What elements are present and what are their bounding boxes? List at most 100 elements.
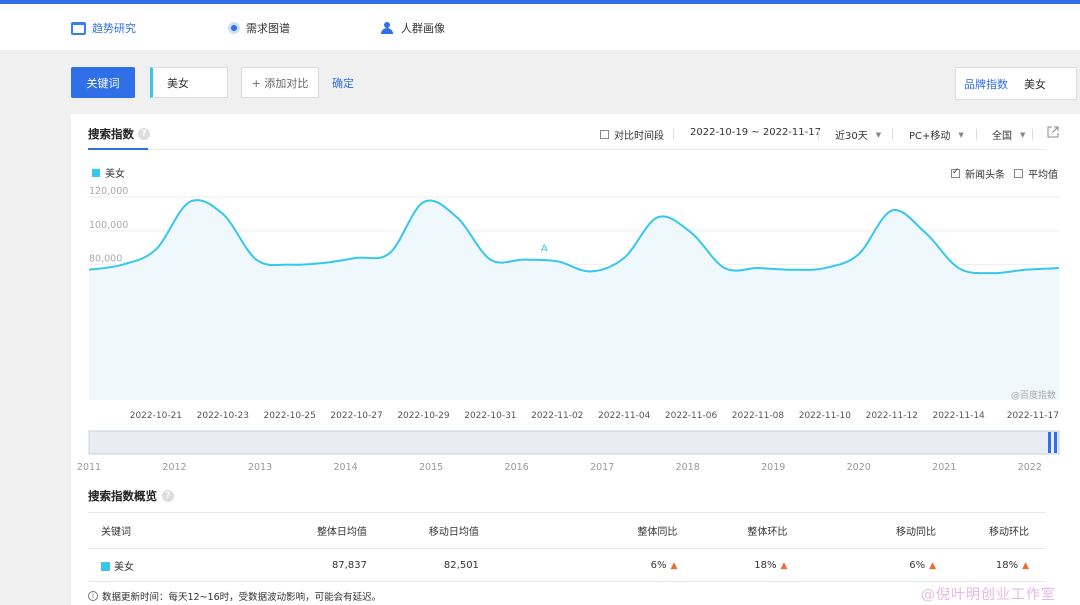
checkbox-icon[interactable] <box>600 130 609 139</box>
overview-table: 关键词 整体日均值 移动日均值 整体同比 整体环比 移动同比 移动环比 美女 8… <box>88 512 1046 582</box>
info-icon: i <box>88 591 98 601</box>
year-label: 2016 <box>505 462 529 473</box>
news-annotation: A <box>541 244 548 255</box>
news-label: 新闻头条 <box>965 170 1005 181</box>
x-tick-label: 2022-11-12 <box>866 411 918 421</box>
divider <box>892 129 893 140</box>
x-tick-label: 2022-11-08 <box>732 411 785 421</box>
panel-title: 搜索指数 ? <box>88 126 150 142</box>
x-tick-label: 2022-11-10 <box>799 411 852 421</box>
brand-index-box[interactable]: 品牌指数 美女 <box>955 67 1077 100</box>
overview-title: 搜索指数概览 ? <box>88 488 174 504</box>
overall-mom-value: 18% <box>754 559 777 571</box>
device-text: PC+移动 <box>909 131 951 142</box>
col-mobile-avg: 移动日均值 <box>366 512 479 549</box>
x-tick-label: 2022-11-14 <box>932 411 985 421</box>
row-overall-mom: 18% ▲ <box>677 548 788 582</box>
period-select[interactable]: 近30天 ▼ <box>835 127 882 143</box>
row-keyword-text: 美女 <box>114 561 134 573</box>
average-toggle[interactable]: 平均值 <box>1014 166 1058 181</box>
region-text: 全国 <box>992 131 1012 142</box>
region-select[interactable]: 全国 ▼ <box>992 127 1026 143</box>
nav-item-trend[interactable]: 趋势研究 <box>71 20 136 36</box>
x-tick-label: 2022-11-02 <box>531 411 583 421</box>
share-icon[interactable] <box>1047 126 1059 138</box>
divider <box>1032 129 1033 140</box>
caret-down-icon: ▼ <box>875 130 882 139</box>
radar-icon <box>228 22 240 34</box>
help-icon[interactable]: ? <box>162 490 174 502</box>
x-tick-label: 2022-10-31 <box>464 411 516 421</box>
legend-label: 美女 <box>105 169 125 180</box>
year-label: 2019 <box>761 462 785 473</box>
x-tick-label: 2022-11-06 <box>665 411 718 421</box>
search-index-chart[interactable]: 20,00040,00060,00080,000100,000120,000 A… <box>71 184 1080 480</box>
mobile-yoy-value: 6% <box>909 559 926 571</box>
y-tick-label: 80,000 <box>89 254 122 265</box>
row-overall-avg: 87,837 <box>210 548 367 582</box>
range-slider-track <box>89 431 1059 454</box>
year-label: 2022 <box>1018 462 1042 473</box>
col-overall-avg: 整体日均值 <box>210 512 367 549</box>
table-header-row: 关键词 整体日均值 移动日均值 整体同比 整体环比 移动同比 移动环比 <box>88 512 1046 549</box>
keyword-input[interactable]: 美女 <box>150 67 228 98</box>
x-tick-label: 2022-11-17 <box>1007 411 1059 421</box>
average-label: 平均值 <box>1028 170 1058 181</box>
help-icon[interactable]: ? <box>138 128 150 140</box>
year-label: 2013 <box>248 462 272 473</box>
divider <box>818 129 819 140</box>
year-label: 2018 <box>676 462 700 473</box>
year-label: 2021 <box>932 462 956 473</box>
divider <box>976 129 977 140</box>
row-keyword: 美女 <box>88 548 211 582</box>
date-range[interactable]: 2022-10-19 ~ 2022-11-17 <box>690 127 821 138</box>
compare-period-label: 对比时间段 <box>614 131 664 142</box>
range-slider-handle-left <box>1048 432 1051 453</box>
keyword-button[interactable]: 关键词 <box>71 67 135 98</box>
trend-icon <box>71 21 86 35</box>
overview-title-text: 搜索指数概览 <box>88 489 157 503</box>
y-tick-label: 100,000 <box>89 220 128 231</box>
col-keyword: 关键词 <box>88 512 211 549</box>
confirm-link[interactable]: 确定 <box>332 75 354 91</box>
row-mobile-yoy: 6% ▲ <box>787 548 936 582</box>
col-overall-mom: 整体环比 <box>677 512 788 549</box>
chart-watermark: @百度指数 <box>1011 389 1056 401</box>
compare-period-toggle[interactable]: 对比时间段 <box>600 127 664 142</box>
add-compare-button[interactable]: + 添加对比 <box>241 67 319 98</box>
footnote: i 数据更新时间：每天12~16时，受数据波动影响，可能会有延迟。 <box>88 589 381 603</box>
year-label: 2014 <box>333 462 357 473</box>
legend-swatch <box>101 561 110 571</box>
col-mobile-mom: 移动环比 <box>936 512 1046 549</box>
x-tick-label: 2022-11-04 <box>598 411 651 421</box>
chart-legend[interactable]: 美女 <box>92 165 125 180</box>
x-axis: 2022-10-21 2022-10-23 2022-10-25 2022-10-27… <box>130 411 1059 421</box>
legend-swatch <box>92 168 100 177</box>
year-label: 2011 <box>77 462 101 473</box>
table-row: 美女 87,837 82,501 6% ▲ 18% ▲ 6% ▲ 18% ▲ <box>88 548 1046 582</box>
year-axis: 2011 2012 2013 2014 2015 2016 2017 2018 2019 2020… <box>77 462 1042 473</box>
row-overall-yoy: 6% ▲ <box>478 548 678 582</box>
mobile-mom-value: 18% <box>995 559 1019 571</box>
year-label: 2015 <box>419 462 443 473</box>
caret-down-icon: ▼ <box>1020 130 1026 139</box>
year-label: 2020 <box>847 462 871 473</box>
row-mobile-mom: 18% ▲ <box>936 548 1046 582</box>
nav-item-label: 趋势研究 <box>92 22 136 35</box>
arrow-up-icon: ▲ <box>670 560 678 571</box>
device-select[interactable]: PC+移动 ▼ <box>909 127 964 143</box>
nav-item-demand[interactable]: 需求图谱 <box>228 20 290 36</box>
search-index-panel: 搜索指数 ? 对比时间段 2022-10-19 ~ 2022-11-17 近30… <box>71 114 1080 605</box>
brand-index-label[interactable]: 品牌指数 <box>964 76 1008 92</box>
nav-item-crowd[interactable]: 人群画像 <box>381 20 445 36</box>
news-toggle[interactable]: 新闻头条 <box>951 166 1005 181</box>
panel-title-text: 搜索指数 <box>88 127 134 141</box>
divider <box>673 129 674 140</box>
period-text: 近30天 <box>835 131 868 142</box>
x-tick-label: 2022-10-25 <box>264 411 316 421</box>
checkbox-icon[interactable] <box>1014 169 1023 178</box>
col-overall-yoy: 整体同比 <box>478 512 678 549</box>
checkbox-checked-icon[interactable] <box>951 167 960 178</box>
caret-down-icon: ▼ <box>958 130 964 139</box>
x-tick-label: 2022-10-29 <box>397 411 450 421</box>
